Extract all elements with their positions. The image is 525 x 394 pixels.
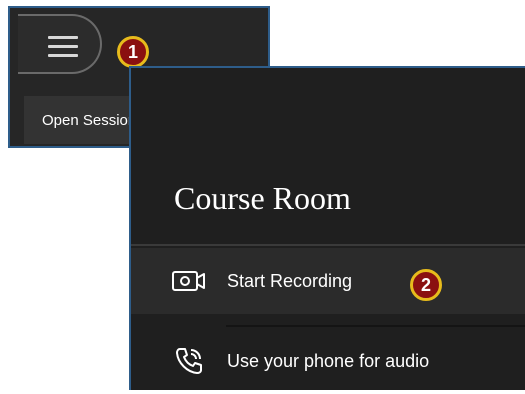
open-session-menu-button[interactable] [18,14,102,74]
hamburger-icon [48,36,78,63]
phone-audio-label: Use your phone for audio [227,350,430,371]
callout-badge-1: 1 [117,36,149,68]
camera-icon [171,269,207,293]
row-separator [226,325,525,327]
session-menu-dropdown: Course Room Start Recording Use your pho… [129,66,525,390]
phone-icon [171,345,207,377]
callout-badge-2: 2 [410,269,442,301]
room-title: Course Room [174,180,351,216]
start-recording-label: Start Recording [227,270,353,291]
start-recording-item[interactable]: Start Recording [131,248,525,314]
phone-audio-item[interactable]: Use your phone for audio [131,328,525,394]
divider [131,244,525,246]
